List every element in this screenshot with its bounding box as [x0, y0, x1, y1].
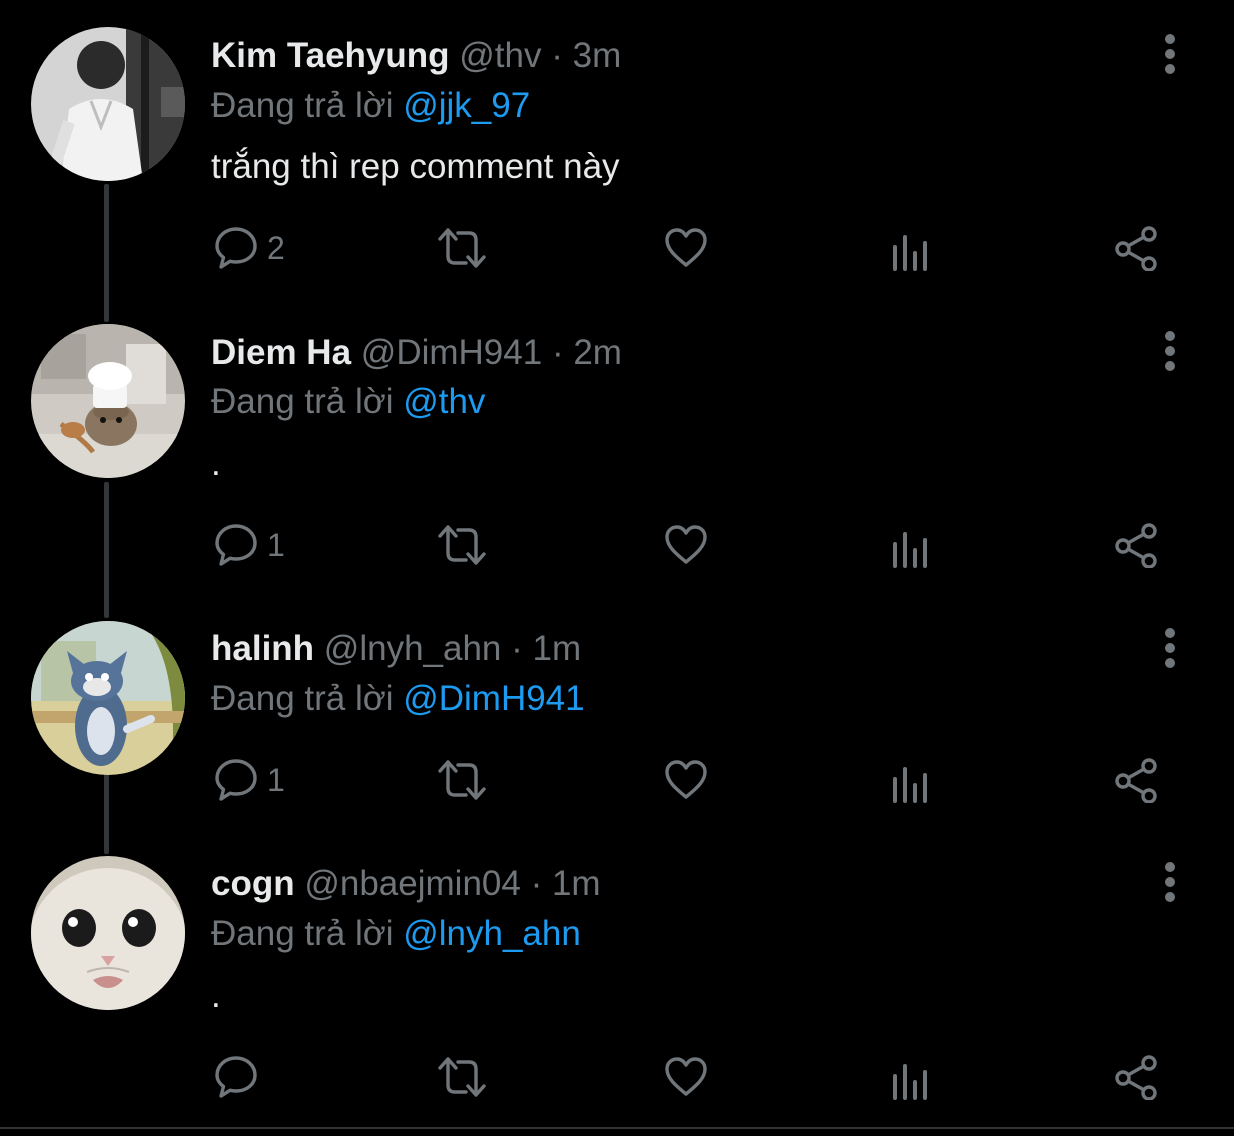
tweet-header: halinh @lnyh_ahn · 1m	[211, 631, 581, 666]
heart-icon	[665, 525, 707, 564]
replying-to-link[interactable]: @thv	[403, 382, 485, 421]
tweet-actions	[0, 1049, 1234, 1105]
tweet-text: trắng thì rep comment này	[211, 147, 620, 186]
retweet-icon	[438, 760, 486, 800]
replying-to: Đang trả lời @thv	[211, 384, 485, 419]
share-icon	[1115, 523, 1157, 568]
replying-to-link[interactable]: @jjk_97	[403, 86, 530, 125]
separator-dot: ·	[511, 629, 523, 668]
user-handle[interactable]: @DimH941	[361, 333, 542, 372]
replying-to-link[interactable]: @DimH941	[403, 679, 584, 718]
like-button[interactable]	[663, 752, 709, 808]
replying-to-link[interactable]: @lnyh_ahn	[403, 914, 581, 953]
user-handle[interactable]: @lnyh_ahn	[324, 629, 502, 668]
timestamp[interactable]: 1m	[533, 629, 582, 668]
reply-icon	[215, 759, 257, 801]
share-button[interactable]	[1113, 220, 1161, 276]
share-button[interactable]	[1113, 1049, 1161, 1105]
display-name[interactable]: cogn	[211, 864, 295, 903]
display-name[interactable]: Diem Ha	[211, 333, 351, 372]
timestamp[interactable]: 2m	[573, 333, 622, 372]
views-icon	[893, 1064, 927, 1100]
divider	[0, 1127, 1234, 1129]
share-button[interactable]	[1113, 517, 1161, 573]
retweet-icon	[438, 1057, 486, 1097]
separator-dot: ·	[551, 36, 563, 75]
like-button[interactable]	[663, 1049, 709, 1105]
more-vertical-icon	[1165, 331, 1175, 371]
tweet-actions: 2	[0, 220, 1234, 276]
timestamp[interactable]: 3m	[573, 36, 622, 75]
tweet-header: Diem Ha @DimH941 · 2m	[211, 335, 622, 370]
views-button[interactable]	[889, 517, 933, 573]
reply-count: 1	[267, 527, 285, 563]
reply-count: 2	[267, 230, 285, 266]
reply-count: 1	[267, 762, 285, 798]
tweet-actions: 1	[0, 517, 1234, 573]
reply-button[interactable]: 1	[213, 752, 285, 808]
tweet-text: .	[211, 444, 221, 483]
retweet-button[interactable]	[436, 220, 488, 276]
display-name[interactable]: Kim Taehyung	[211, 36, 450, 75]
reply-icon	[215, 227, 257, 269]
views-button[interactable]	[889, 220, 933, 276]
separator-dot: ·	[530, 864, 543, 903]
share-button[interactable]	[1113, 752, 1161, 808]
avatar[interactable]	[31, 27, 185, 181]
more-options-button[interactable]	[1150, 329, 1190, 373]
like-button[interactable]	[663, 220, 709, 276]
replying-to-label: Đang trả lời	[211, 679, 394, 718]
retweet-icon	[438, 525, 486, 565]
views-icon	[893, 767, 927, 803]
reply-icon	[215, 1056, 257, 1098]
retweet-icon	[438, 228, 486, 268]
tweet-text: .	[211, 976, 221, 1015]
share-icon	[1115, 758, 1157, 803]
reply-button[interactable]	[213, 1049, 267, 1105]
replying-to-label: Đang trả lời	[211, 382, 394, 421]
tweet-header: cogn @nbaejmin04 · 1m	[211, 866, 601, 901]
retweet-button[interactable]	[436, 517, 488, 573]
reply-icon	[215, 524, 257, 566]
more-options-button[interactable]	[1150, 626, 1190, 670]
views-button[interactable]	[889, 752, 933, 808]
replying-to: Đang trả lời @jjk_97	[211, 88, 530, 123]
avatar[interactable]	[31, 324, 185, 478]
heart-icon	[665, 1057, 707, 1096]
heart-icon	[665, 228, 707, 267]
reply-button[interactable]: 1	[213, 517, 285, 573]
separator-dot: ·	[551, 333, 564, 372]
views-button[interactable]	[889, 1049, 933, 1105]
replying-to-label: Đang trả lời	[211, 86, 394, 125]
heart-icon	[665, 760, 707, 799]
display-name[interactable]: halinh	[211, 629, 314, 668]
retweet-button[interactable]	[436, 1049, 488, 1105]
share-icon	[1115, 226, 1157, 271]
replying-to: Đang trả lời @DimH941	[211, 681, 585, 716]
like-button[interactable]	[663, 517, 709, 573]
tweet-actions: 1	[0, 752, 1234, 808]
views-icon	[893, 532, 927, 568]
more-vertical-icon	[1165, 628, 1175, 668]
more-options-button[interactable]	[1150, 32, 1190, 76]
timestamp[interactable]: 1m	[552, 864, 601, 903]
replying-to-label: Đang trả lời	[211, 914, 394, 953]
user-handle[interactable]: @nbaejmin04	[304, 864, 521, 903]
views-icon	[893, 235, 927, 271]
replying-to: Đang trả lời @lnyh_ahn	[211, 916, 581, 951]
reply-button[interactable]: 2	[213, 220, 285, 276]
user-handle[interactable]: @thv	[459, 36, 541, 75]
more-options-button[interactable]	[1150, 860, 1190, 904]
more-vertical-icon	[1165, 34, 1175, 74]
share-icon	[1115, 1055, 1157, 1100]
more-vertical-icon	[1165, 862, 1175, 902]
avatar[interactable]	[31, 856, 185, 1010]
tweet-header: Kim Taehyung @thv · 3m	[211, 38, 621, 73]
retweet-button[interactable]	[436, 752, 488, 808]
